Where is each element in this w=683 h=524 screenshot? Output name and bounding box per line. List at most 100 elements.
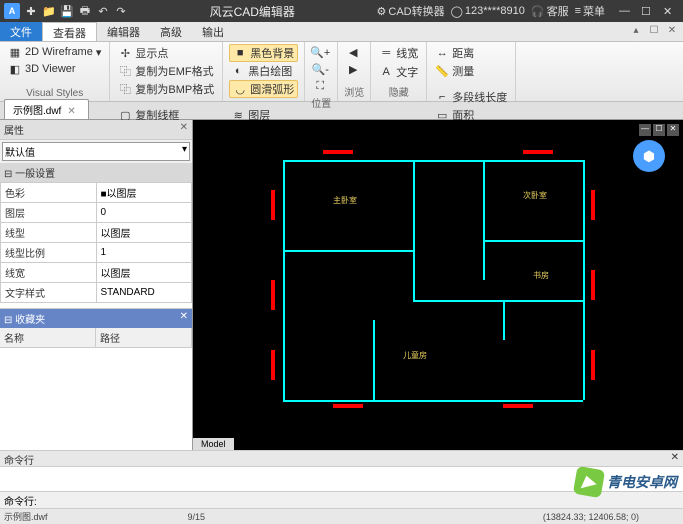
ribbon-group-browse: ◀ ▶ 浏览: [338, 42, 371, 101]
zoom-in-icon: 🔍+: [313, 45, 327, 59]
text-icon: A: [379, 65, 393, 79]
ribbon-group-tools: ✢显示点 ⿻复制为EMF格式 ⿻复制为BMP格式 ▢复制线框 🔍查找文字 ⌖修复…: [110, 42, 223, 101]
prev-icon: ◀: [346, 45, 360, 59]
properties-selector[interactable]: 默认值▾: [2, 142, 190, 161]
table-row[interactable]: 色彩■以图层: [1, 183, 192, 203]
ribbon-restore-icon[interactable]: ☐: [647, 25, 661, 39]
properties-table: 色彩■以图层 图层0 线型以图层 线型比例1 线宽以图层 文字样式STANDAR…: [0, 182, 192, 303]
titlebar: A ✚ 📁 💾 🖶 ↶ ↷ 风云CAD编辑器 ⚙ CAD转换器 ◯ 123***…: [0, 0, 683, 22]
props-section-general[interactable]: ⊟ 一般设置: [0, 163, 192, 182]
zoom-fit-button[interactable]: ⛶: [311, 78, 331, 94]
3d-viewer-button[interactable]: ◧3D Viewer: [6, 61, 103, 77]
bw-icon: ◐: [231, 64, 245, 78]
properties-panel: 属性 ✕ 默认值▾ ⊟ 一般设置 色彩■以图层 图层0 线型以图层 线型比例1 …: [0, 120, 193, 450]
copy-bmp-button[interactable]: ⿻复制为BMP格式: [116, 80, 216, 98]
zoom-in-button[interactable]: 🔍+: [311, 44, 331, 60]
open-icon[interactable]: 📁: [42, 4, 56, 18]
canvas-minimize-icon[interactable]: —: [639, 124, 651, 136]
linewidth-button[interactable]: ═线宽: [377, 44, 420, 62]
table-row[interactable]: 线型比例1: [1, 243, 192, 263]
properties-header: 属性 ✕: [0, 120, 192, 140]
tab-close-icon[interactable]: ✕: [67, 106, 75, 117]
arc-icon: ◡: [233, 82, 247, 96]
ribbon: ▦2D Wireframe ▾ ◧3D Viewer Visual Styles…: [0, 42, 683, 102]
support-button[interactable]: 🎧 客服: [531, 3, 569, 19]
display-point-button[interactable]: ✢显示点: [116, 44, 216, 62]
canvas-maximize-icon[interactable]: ☐: [653, 124, 665, 136]
column-path: 路径: [96, 328, 192, 347]
copy-emf-button[interactable]: ⿻复制为EMF格式: [116, 62, 216, 80]
document-tab[interactable]: 示例图.dwf✕: [4, 99, 89, 119]
dropdown-icon: ▾: [182, 144, 187, 159]
model-tab[interactable]: Model: [193, 438, 234, 450]
ribbon-minimize-icon[interactable]: ▴: [629, 25, 643, 39]
wireframe-button[interactable]: ▦2D Wireframe ▾: [6, 44, 103, 60]
floorplan-drawing: 主卧室 次卧室 书房 儿童房: [243, 140, 623, 420]
menu-button[interactable]: ≡ 菜单: [575, 3, 605, 19]
ribbon-group-visual-styles: ▦2D Wireframe ▾ ◧3D Viewer Visual Styles: [0, 42, 110, 101]
tab-file[interactable]: 文件: [0, 22, 42, 41]
tab-viewer[interactable]: 查看器: [42, 22, 97, 41]
cube-icon: ◧: [8, 62, 22, 76]
canvas-close-icon[interactable]: ✕: [667, 124, 679, 136]
prev-button[interactable]: ◀: [344, 44, 364, 60]
next-button[interactable]: ▶: [344, 61, 364, 77]
favorites-list: [0, 348, 192, 450]
statusbar: 示例图.dwf 9/15 (13824.33; 12406.58; 0): [0, 508, 683, 524]
status-file: 示例图.dwf: [4, 510, 48, 523]
cad-converter-button[interactable]: ⚙ CAD转换器: [377, 3, 445, 19]
tab-output[interactable]: 输出: [192, 22, 234, 41]
status-coords: (13824.33; 12406.58; 0): [543, 512, 639, 522]
wireframe-icon: ▦: [8, 45, 22, 59]
panel-close-icon[interactable]: ✕: [180, 122, 188, 137]
bg-icon: ■: [233, 46, 247, 60]
close-icon[interactable]: ✕: [663, 5, 679, 18]
panel-close-icon[interactable]: ✕: [180, 311, 188, 326]
watermark: ▶ 青电安卓网: [575, 468, 677, 496]
app-title: 风云CAD编辑器: [128, 3, 377, 20]
redo-icon[interactable]: ↷: [114, 4, 128, 18]
table-row[interactable]: 文字样式STANDARD: [1, 283, 192, 303]
column-name: 名称: [0, 328, 96, 347]
black-bg-button[interactable]: ■黑色背景: [229, 44, 298, 62]
line-icon: ═: [379, 46, 393, 60]
polyline-length-button[interactable]: ⌐多段线长度: [433, 88, 509, 106]
black-drawing-button[interactable]: ◐黑白绘图: [229, 62, 298, 80]
ribbon-group-cad-settings: ■黑色背景 ◐黑白绘图 ◡圆滑弧形 ≋图层 ⊞结构 CAD绘图设置: [223, 42, 305, 101]
navigation-cube[interactable]: ⬢: [633, 140, 665, 172]
zoom-out-button[interactable]: 🔍-: [311, 61, 331, 77]
watermark-icon: ▶: [573, 466, 605, 498]
ribbon-group-hide: ═线宽 A文字 隐藏: [371, 42, 427, 101]
fit-icon: ⛶: [313, 79, 327, 93]
menu-tabs: 文件 查看器 编辑器 高级 输出 ▴ ☐ ✕: [0, 22, 683, 42]
ribbon-close-icon[interactable]: ✕: [665, 25, 679, 39]
document-tabs: 示例图.dwf✕: [0, 102, 683, 120]
table-row[interactable]: 图层0: [1, 203, 192, 223]
maximize-icon[interactable]: ☐: [641, 5, 657, 18]
text-button[interactable]: A文字: [377, 63, 420, 81]
copy-icon: ⿻: [118, 64, 132, 78]
undo-icon[interactable]: ↶: [96, 4, 110, 18]
tab-editor[interactable]: 编辑器: [97, 22, 150, 41]
save-icon[interactable]: 💾: [60, 4, 74, 18]
tab-advanced[interactable]: 高级: [150, 22, 192, 41]
favorites-section[interactable]: ⊟ 收藏夹✕: [0, 309, 192, 328]
commandline-label: 命令行✕: [0, 450, 683, 466]
user-account[interactable]: ◯ 123****8910: [451, 5, 525, 18]
measure-icon: 📏: [435, 64, 449, 78]
distance-button[interactable]: ↔距离: [433, 44, 509, 62]
drawing-canvas[interactable]: — ☐ ✕ ⬢ 主卧室 次卧室: [193, 120, 683, 450]
arc-smooth-button[interactable]: ◡圆滑弧形: [229, 80, 298, 98]
minimize-icon[interactable]: —: [619, 5, 635, 18]
zoom-out-icon: 🔍-: [313, 62, 327, 76]
measure-button[interactable]: 📏测量: [433, 62, 509, 80]
table-row[interactable]: 线宽以图层: [1, 263, 192, 283]
polyline-icon: ⌐: [435, 90, 449, 104]
copy-icon: ⿻: [118, 82, 132, 96]
new-icon[interactable]: ✚: [24, 4, 38, 18]
ribbon-group-measure: ↔距离 📏测量 ⌐多段线长度 ▭面积 测量: [427, 42, 516, 101]
status-pages: 9/15: [188, 512, 206, 522]
table-row[interactable]: 线型以图层: [1, 223, 192, 243]
panel-close-icon[interactable]: ✕: [671, 452, 679, 465]
print-icon[interactable]: 🖶: [78, 4, 92, 18]
